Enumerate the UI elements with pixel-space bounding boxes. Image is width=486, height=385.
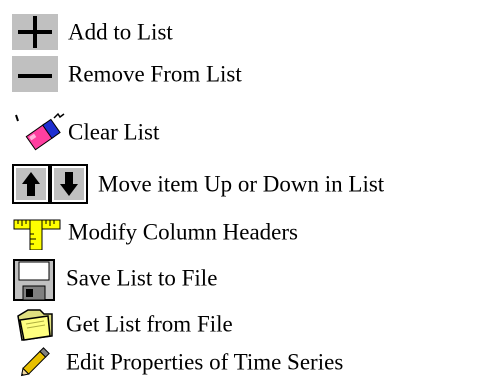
legend-label-modify-headers: Modify Column Headers (68, 219, 298, 245)
arrow-down-icon (50, 164, 88, 204)
arrow-up-icon (12, 164, 50, 204)
legend-label-get: Get List from File (66, 311, 233, 337)
legend-row-edit-properties: Edit Properties of Time Series (0, 342, 486, 382)
legend-row-modify-headers: Modify Column Headers (0, 212, 486, 252)
minus-icon (12, 56, 58, 92)
floppy-disk-icon (12, 258, 56, 302)
legend-row-add: Add to List (0, 12, 486, 52)
legend-label-add: Add to List (68, 19, 173, 45)
legend-row-get: Get List from File (0, 304, 486, 344)
legend-label-save: Save List to File (66, 265, 218, 291)
pencil-icon (16, 344, 54, 380)
plus-icon (12, 14, 58, 50)
legend-row-clear: Clear List (0, 112, 486, 152)
legend-label-remove: Remove From List (68, 61, 242, 87)
legend-label-clear: Clear List (68, 119, 160, 145)
eraser-icon (14, 112, 68, 152)
legend-row-save: Save List to File (0, 258, 486, 301)
legend-label-move: Move item Up or Down in List (98, 171, 385, 197)
folder-icon (14, 306, 56, 342)
legend-label-edit-properties: Edit Properties of Time Series (66, 349, 344, 375)
legend-row-remove: Remove From List (0, 54, 486, 94)
legend-row-move: Move item Up or Down in List (0, 164, 486, 204)
ruler-icon (12, 214, 62, 251)
